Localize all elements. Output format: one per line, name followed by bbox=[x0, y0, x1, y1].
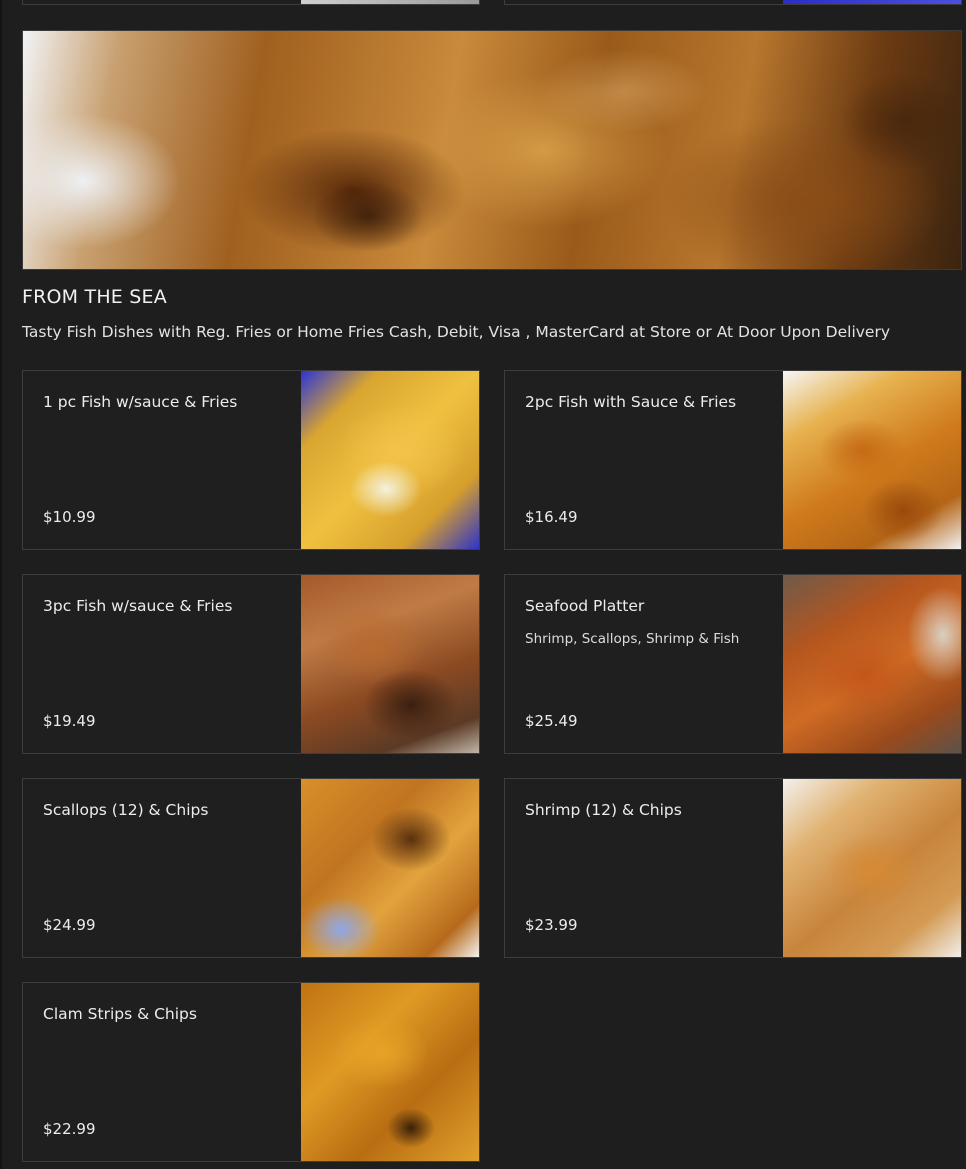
section-description: Tasty Fish Dishes with Reg. Fries or Hom… bbox=[22, 323, 890, 341]
menu-item-price: $19.49 bbox=[43, 712, 96, 730]
page-left-edge bbox=[0, 0, 2, 1169]
menu-item-card[interactable]: Seafood Platter Shrimp, Scallops, Shrimp… bbox=[504, 574, 962, 754]
previous-item-photo bbox=[783, 0, 961, 4]
menu-item-card[interactable]: Shrimp (12) & Chips $23.99 bbox=[504, 778, 962, 958]
menu-item-name: 2pc Fish with Sauce & Fries bbox=[525, 393, 737, 411]
menu-item-name: Seafood Platter bbox=[525, 597, 645, 615]
menu-item-card[interactable]: Clam Strips & Chips $22.99 bbox=[22, 982, 480, 1162]
menu-item-card[interactable]: 1 pc Fish w/sauce & Fries $10.99 bbox=[22, 370, 480, 550]
menu-item-photo bbox=[301, 983, 479, 1161]
menu-item-photo bbox=[301, 575, 479, 753]
menu-item-price: $24.99 bbox=[43, 916, 96, 934]
menu-item-name: 1 pc Fish w/sauce & Fries bbox=[43, 393, 238, 411]
menu-item-photo bbox=[301, 371, 479, 549]
previous-menu-item-card[interactable] bbox=[504, 0, 962, 5]
menu-item-name: Scallops (12) & Chips bbox=[43, 801, 209, 819]
previous-item-photo bbox=[301, 0, 479, 4]
menu-item-photo bbox=[301, 779, 479, 957]
section-banner-image bbox=[22, 30, 962, 270]
previous-menu-item-card[interactable] bbox=[22, 0, 480, 5]
section-title: FROM THE SEA bbox=[22, 286, 167, 308]
menu-item-name: Clam Strips & Chips bbox=[43, 1005, 197, 1023]
menu-item-price: $10.99 bbox=[43, 508, 96, 526]
menu-item-photo bbox=[783, 575, 961, 753]
menu-item-price: $25.49 bbox=[525, 712, 578, 730]
menu-item-price: $16.49 bbox=[525, 508, 578, 526]
menu-item-card[interactable]: 2pc Fish with Sauce & Fries $16.49 bbox=[504, 370, 962, 550]
menu-item-price: $23.99 bbox=[525, 916, 578, 934]
menu-item-name: 3pc Fish w/sauce & Fries bbox=[43, 597, 233, 615]
menu-items-grid: 1 pc Fish w/sauce & Fries $10.99 2pc Fis… bbox=[22, 370, 962, 1162]
menu-item-card[interactable]: 3pc Fish w/sauce & Fries $19.49 bbox=[22, 574, 480, 754]
menu-item-price: $22.99 bbox=[43, 1120, 96, 1138]
menu-item-photo bbox=[783, 371, 961, 549]
menu-item-name: Shrimp (12) & Chips bbox=[525, 801, 682, 819]
menu-item-photo bbox=[783, 779, 961, 957]
menu-item-card[interactable]: Scallops (12) & Chips $24.99 bbox=[22, 778, 480, 958]
menu-item-description: Shrimp, Scallops, Shrimp & Fish bbox=[525, 631, 740, 647]
